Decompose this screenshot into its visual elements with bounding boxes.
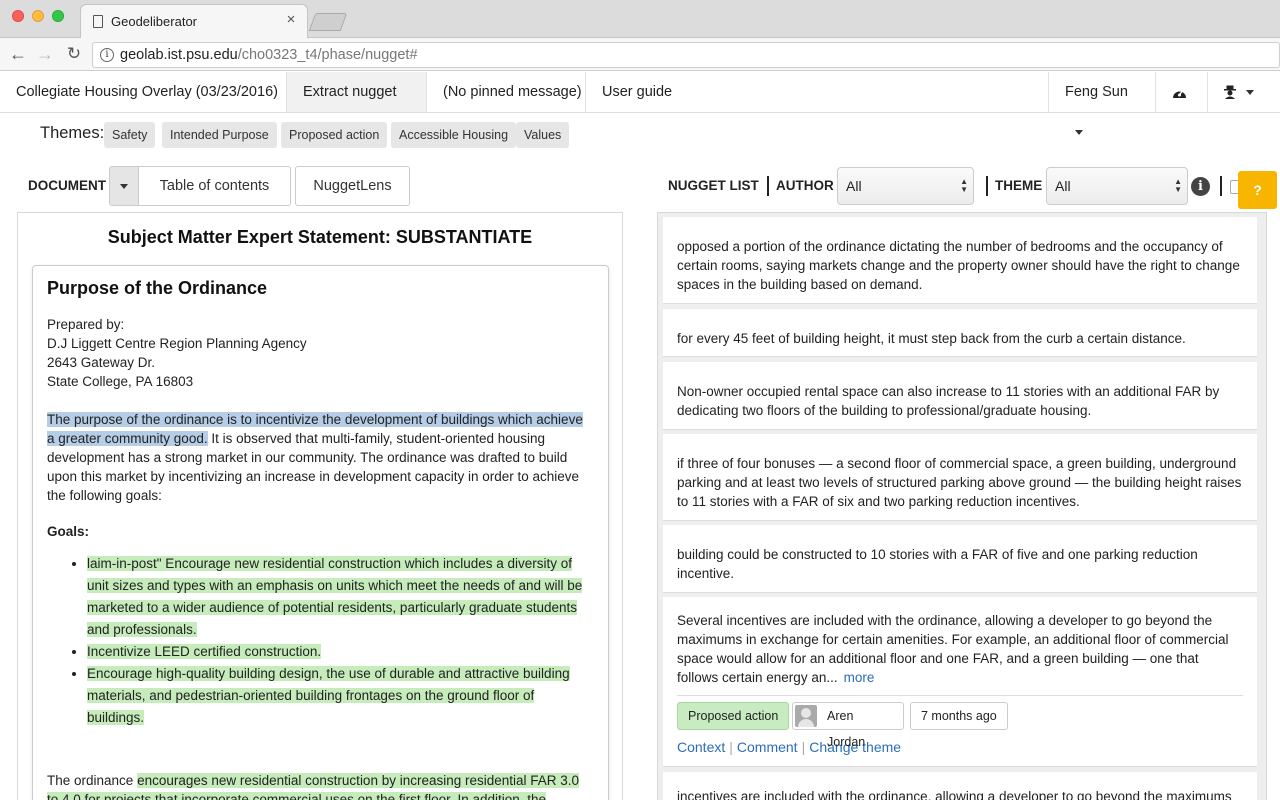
list-item: laim-in-post" Encourage new residential … (87, 553, 594, 641)
nugget-text: building could be constructed to 10 stor… (677, 547, 1198, 581)
divider (677, 695, 1243, 696)
comment-link[interactable]: Comment (737, 739, 798, 755)
document-panel: Subject Matter Expert Statement: SUBSTAN… (17, 212, 623, 800)
list-item: Incentivize LEED certified construction. (87, 641, 594, 663)
app-navbar: Collegiate Housing Overlay (03/23/2016) … (0, 72, 1280, 135)
browser-tab-bar: Geodeliberator × (0, 0, 1280, 38)
table-of-contents-button[interactable]: Table of contents (139, 166, 291, 206)
nav-document-name[interactable]: Collegiate Housing Overlay (03/23/2016) (0, 72, 294, 112)
prepared-line: Prepared by: (47, 317, 125, 332)
browser-address-bar: ← → ↻ i geolab.ist.psu.edu/cho0323_t4/ph… (0, 38, 1280, 71)
nugget-card[interactable]: building could be constructed to 10 stor… (663, 525, 1257, 593)
chevron-down-icon (120, 184, 128, 189)
nugget-list-label: NUGGET LIST (668, 178, 759, 193)
browser-tab-active[interactable]: Geodeliberator × (80, 4, 308, 38)
author-name: Aren Jordan (827, 709, 866, 749)
paragraph-text: The ordinance (47, 773, 138, 788)
nugget-card[interactable]: if three of four bonuses — a second floo… (663, 434, 1257, 521)
new-tab-button[interactable] (308, 13, 348, 31)
nugget-text: incentives are included with the ordinan… (677, 789, 1232, 800)
nuggetlens-button[interactable]: NuggetLens (295, 166, 410, 206)
prepared-line: 2643 Gateway Dr. (47, 355, 156, 370)
theme-tag[interactable]: Proposed action (677, 702, 790, 730)
nav-dashboard[interactable] (1155, 72, 1207, 112)
nav-pinned-message[interactable]: (No pinned message) (426, 72, 598, 112)
chevron-down-icon (1075, 129, 1083, 135)
select-arrows-icon: ▲ ▼ (960, 177, 968, 194)
nugget-meta: Proposed action Aren Jordan 7 months ago (677, 702, 1243, 749)
tab-title: Geodeliberator (111, 14, 197, 29)
dashboard-icon (1173, 89, 1186, 98)
close-tab-icon[interactable]: × (283, 12, 299, 28)
spy-icon (1224, 85, 1236, 100)
back-arrow-icon[interactable]: ← (8, 44, 28, 64)
nav-user-menu[interactable]: Feng Sun (1048, 72, 1155, 135)
nugget-card[interactable]: Non-owner occupied rental space can also… (663, 362, 1257, 430)
nugget-highlight[interactable]: Encourage high-quality building design, … (87, 666, 570, 725)
prepared-by-block: Prepared by: D.J Liggett Centre Region P… (47, 315, 594, 391)
site-info-icon[interactable]: i (100, 48, 114, 62)
url-text: geolab.ist.psu.edu/cho0323_t4/phase/nugg… (120, 47, 418, 63)
nugget-card-expanded[interactable]: Several incentives are included with the… (663, 597, 1257, 767)
theme-chip-accessible-housing[interactable]: Accessible Housing (391, 122, 517, 148)
themes-label: Themes: (40, 124, 105, 142)
purpose-paragraph[interactable]: The purpose of the ordinance is to incen… (47, 410, 594, 505)
info-icon[interactable]: i (1191, 177, 1210, 196)
prepared-line: D.J Liggett Centre Region Planning Agenc… (47, 336, 307, 351)
list-item: Encourage high-quality building design, … (87, 663, 594, 729)
separator: | (729, 739, 733, 755)
help-button[interactable]: ? (1238, 171, 1277, 209)
theme-select[interactable]: All ▲ ▼ (1046, 167, 1188, 205)
nugget-text: opposed a portion of the ordinance dicta… (677, 239, 1240, 292)
chevron-down-icon (1246, 89, 1254, 95)
separator (1220, 176, 1222, 196)
maximize-window-button[interactable] (52, 10, 64, 22)
nugget-actions: Context|Comment|Change theme (677, 738, 1243, 771)
document-title: Subject Matter Expert Statement: SUBSTAN… (107, 227, 533, 247)
forward-arrow-icon[interactable]: → (35, 44, 55, 64)
nugget-text: for every 45 feet of building height, it… (677, 331, 1186, 346)
author-label: AUTHOR (776, 178, 834, 193)
document-icon (93, 15, 103, 28)
author-tag[interactable]: Aren Jordan (792, 702, 904, 749)
theme-chip-intended-purpose[interactable]: Intended Purpose (162, 122, 277, 148)
nugget-card[interactable]: opposed a portion of the ordinance dicta… (663, 217, 1257, 304)
nav-user-guide[interactable]: User guide (585, 72, 688, 112)
separator (767, 176, 769, 196)
goals-heading: Goals: (47, 524, 90, 539)
more-link[interactable]: more (844, 670, 875, 685)
timestamp-tag: 7 months ago (910, 702, 1008, 730)
nugget-highlight[interactable]: laim-in-post" Encourage new residential … (87, 556, 583, 637)
nugget-card[interactable]: incentives are included with the ordinan… (663, 772, 1257, 800)
url-input[interactable]: i geolab.ist.psu.edu/cho0323_t4/phase/nu… (92, 42, 1280, 68)
theme-chip-safety[interactable]: Safety (104, 122, 156, 148)
separator (986, 176, 988, 196)
author-select[interactable]: All ▲ ▼ (837, 167, 974, 205)
nugget-text: Non-owner occupied rental space can also… (677, 384, 1220, 418)
reload-icon[interactable]: ↻ (64, 44, 84, 64)
nav-anonymous-menu[interactable] (1207, 72, 1280, 112)
nav-extract-nugget[interactable]: Extract nugget (286, 72, 426, 135)
nugget-text: if three of four bonuses — a second floo… (677, 456, 1242, 509)
prepared-line: State College, PA 16803 (47, 374, 194, 389)
document-dropdown-button[interactable] (109, 166, 139, 206)
nugget-text: Several incentives are included with the… (677, 613, 1229, 685)
document-card: Purpose of the Ordinance Prepared by: D.… (32, 265, 609, 800)
select-arrows-icon: ▲ ▼ (1174, 177, 1182, 194)
section-heading: Purpose of the Ordinance (47, 278, 268, 298)
ordinance-paragraph[interactable]: The ordinance encourages new residential… (47, 771, 594, 800)
nugget-list-panel: opposed a portion of the ordinance dicta… (657, 212, 1267, 800)
separator: | (801, 739, 806, 755)
context-link[interactable]: Context (677, 739, 725, 755)
nugget-card[interactable]: for every 45 feet of building height, it… (663, 309, 1257, 357)
document-label: DOCUMENT (28, 178, 106, 193)
minimize-window-button[interactable] (32, 10, 44, 22)
close-window-button[interactable] (12, 10, 24, 22)
avatar-icon (795, 705, 817, 727)
nugget-highlight[interactable]: Incentivize LEED certified construction. (87, 644, 322, 659)
theme-chip-values[interactable]: Values (516, 122, 570, 148)
theme-chip-proposed-action[interactable]: Proposed action (281, 122, 388, 148)
theme-label: THEME (995, 178, 1043, 193)
goals-list: laim-in-post" Encourage new residential … (47, 553, 594, 729)
